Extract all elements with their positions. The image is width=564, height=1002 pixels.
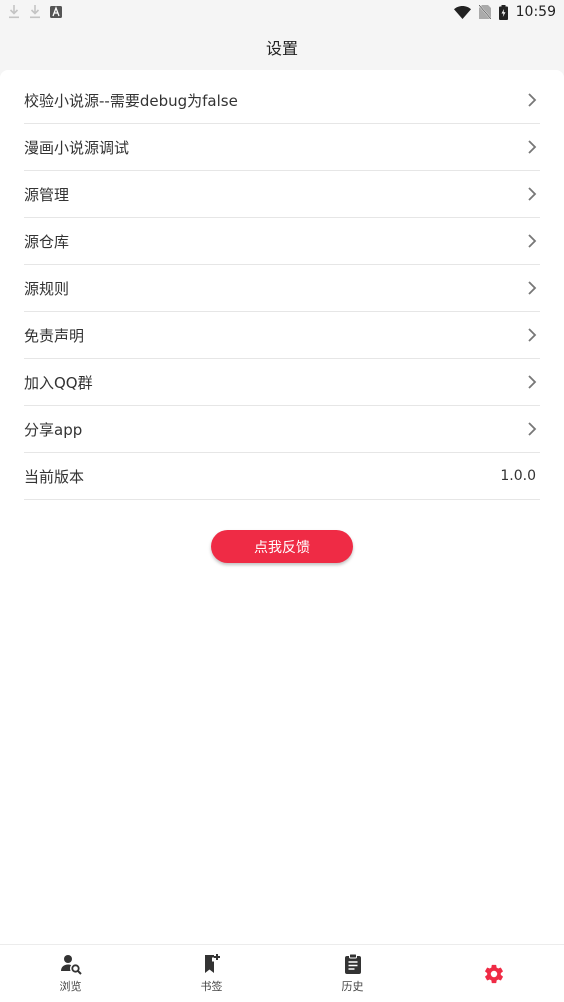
version-label: 当前版本 [24,467,85,486]
chevron-right-icon [526,139,538,155]
bookmark-add-icon [201,953,223,975]
settings-item-label: 源管理 [24,185,70,204]
clipboard-history-icon [342,953,364,975]
settings-item-debug-source[interactable]: 漫画小说源调试 [24,124,540,171]
settings-item-label: 漫画小说源调试 [24,138,130,157]
browse-search-icon [60,953,82,975]
chevron-right-icon [526,280,538,296]
settings-item-share-app[interactable]: 分享app [24,406,540,453]
chevron-right-icon [526,374,538,390]
settings-list: 校验小说源--需要debug为false 漫画小说源调试 源管理 源仓库 源规则 [24,77,540,500]
settings-item-source-management[interactable]: 源管理 [24,171,540,218]
nav-item-settings[interactable] [423,945,564,1002]
chevron-right-icon [526,327,538,343]
nav-item-history[interactable]: 历史 [282,945,423,1002]
settings-item-verify-source[interactable]: 校验小说源--需要debug为false [24,77,540,124]
status-time: 10:59 [515,4,556,20]
version-value: 1.0.0 [500,468,536,484]
chevron-right-icon [526,421,538,437]
settings-item-version: 当前版本 1.0.0 [24,453,540,500]
feedback-button[interactable]: 点我反馈 [211,530,353,563]
download-icon [29,5,41,19]
font-icon [50,6,62,18]
settings-item-disclaimer[interactable]: 免责声明 [24,312,540,359]
no-sim-icon [478,5,491,19]
settings-item-label: 校验小说源--需要debug为false [24,91,238,110]
settings-item-label: 源仓库 [24,232,70,251]
app-bar: 设置 [0,24,564,70]
chevron-right-icon [526,186,538,202]
settings-screen: 10:59 设置 校验小说源--需要debug为false 漫画小说源调试 源管… [0,0,564,1002]
chevron-right-icon [526,233,538,249]
nav-label: 历史 [341,980,364,993]
settings-item-label: 免责声明 [24,326,85,345]
settings-item-label: 加入QQ群 [24,373,93,392]
nav-label: 浏览 [59,980,82,993]
wifi-icon [453,5,471,19]
settings-content: 校验小说源--需要debug为false 漫画小说源调试 源管理 源仓库 源规则 [0,70,564,944]
settings-gear-icon [483,963,505,985]
bottom-nav: 浏览 书签 历史 [0,944,564,1002]
settings-item-source-repository[interactable]: 源仓库 [24,218,540,265]
nav-label: 书签 [200,980,223,993]
settings-item-join-qq-group[interactable]: 加入QQ群 [24,359,540,406]
battery-charging-icon [498,4,508,20]
settings-item-source-rules[interactable]: 源规则 [24,265,540,312]
settings-item-label: 分享app [24,420,83,439]
settings-item-label: 源规则 [24,279,70,298]
nav-item-browse[interactable]: 浏览 [0,945,141,1002]
page-title: 设置 [265,39,298,58]
chevron-right-icon [526,92,538,108]
nav-item-bookmarks[interactable]: 书签 [141,945,282,1002]
feedback-wrap: 点我反馈 [0,530,564,563]
download-icon [8,5,20,19]
status-bar: 10:59 [0,0,564,24]
